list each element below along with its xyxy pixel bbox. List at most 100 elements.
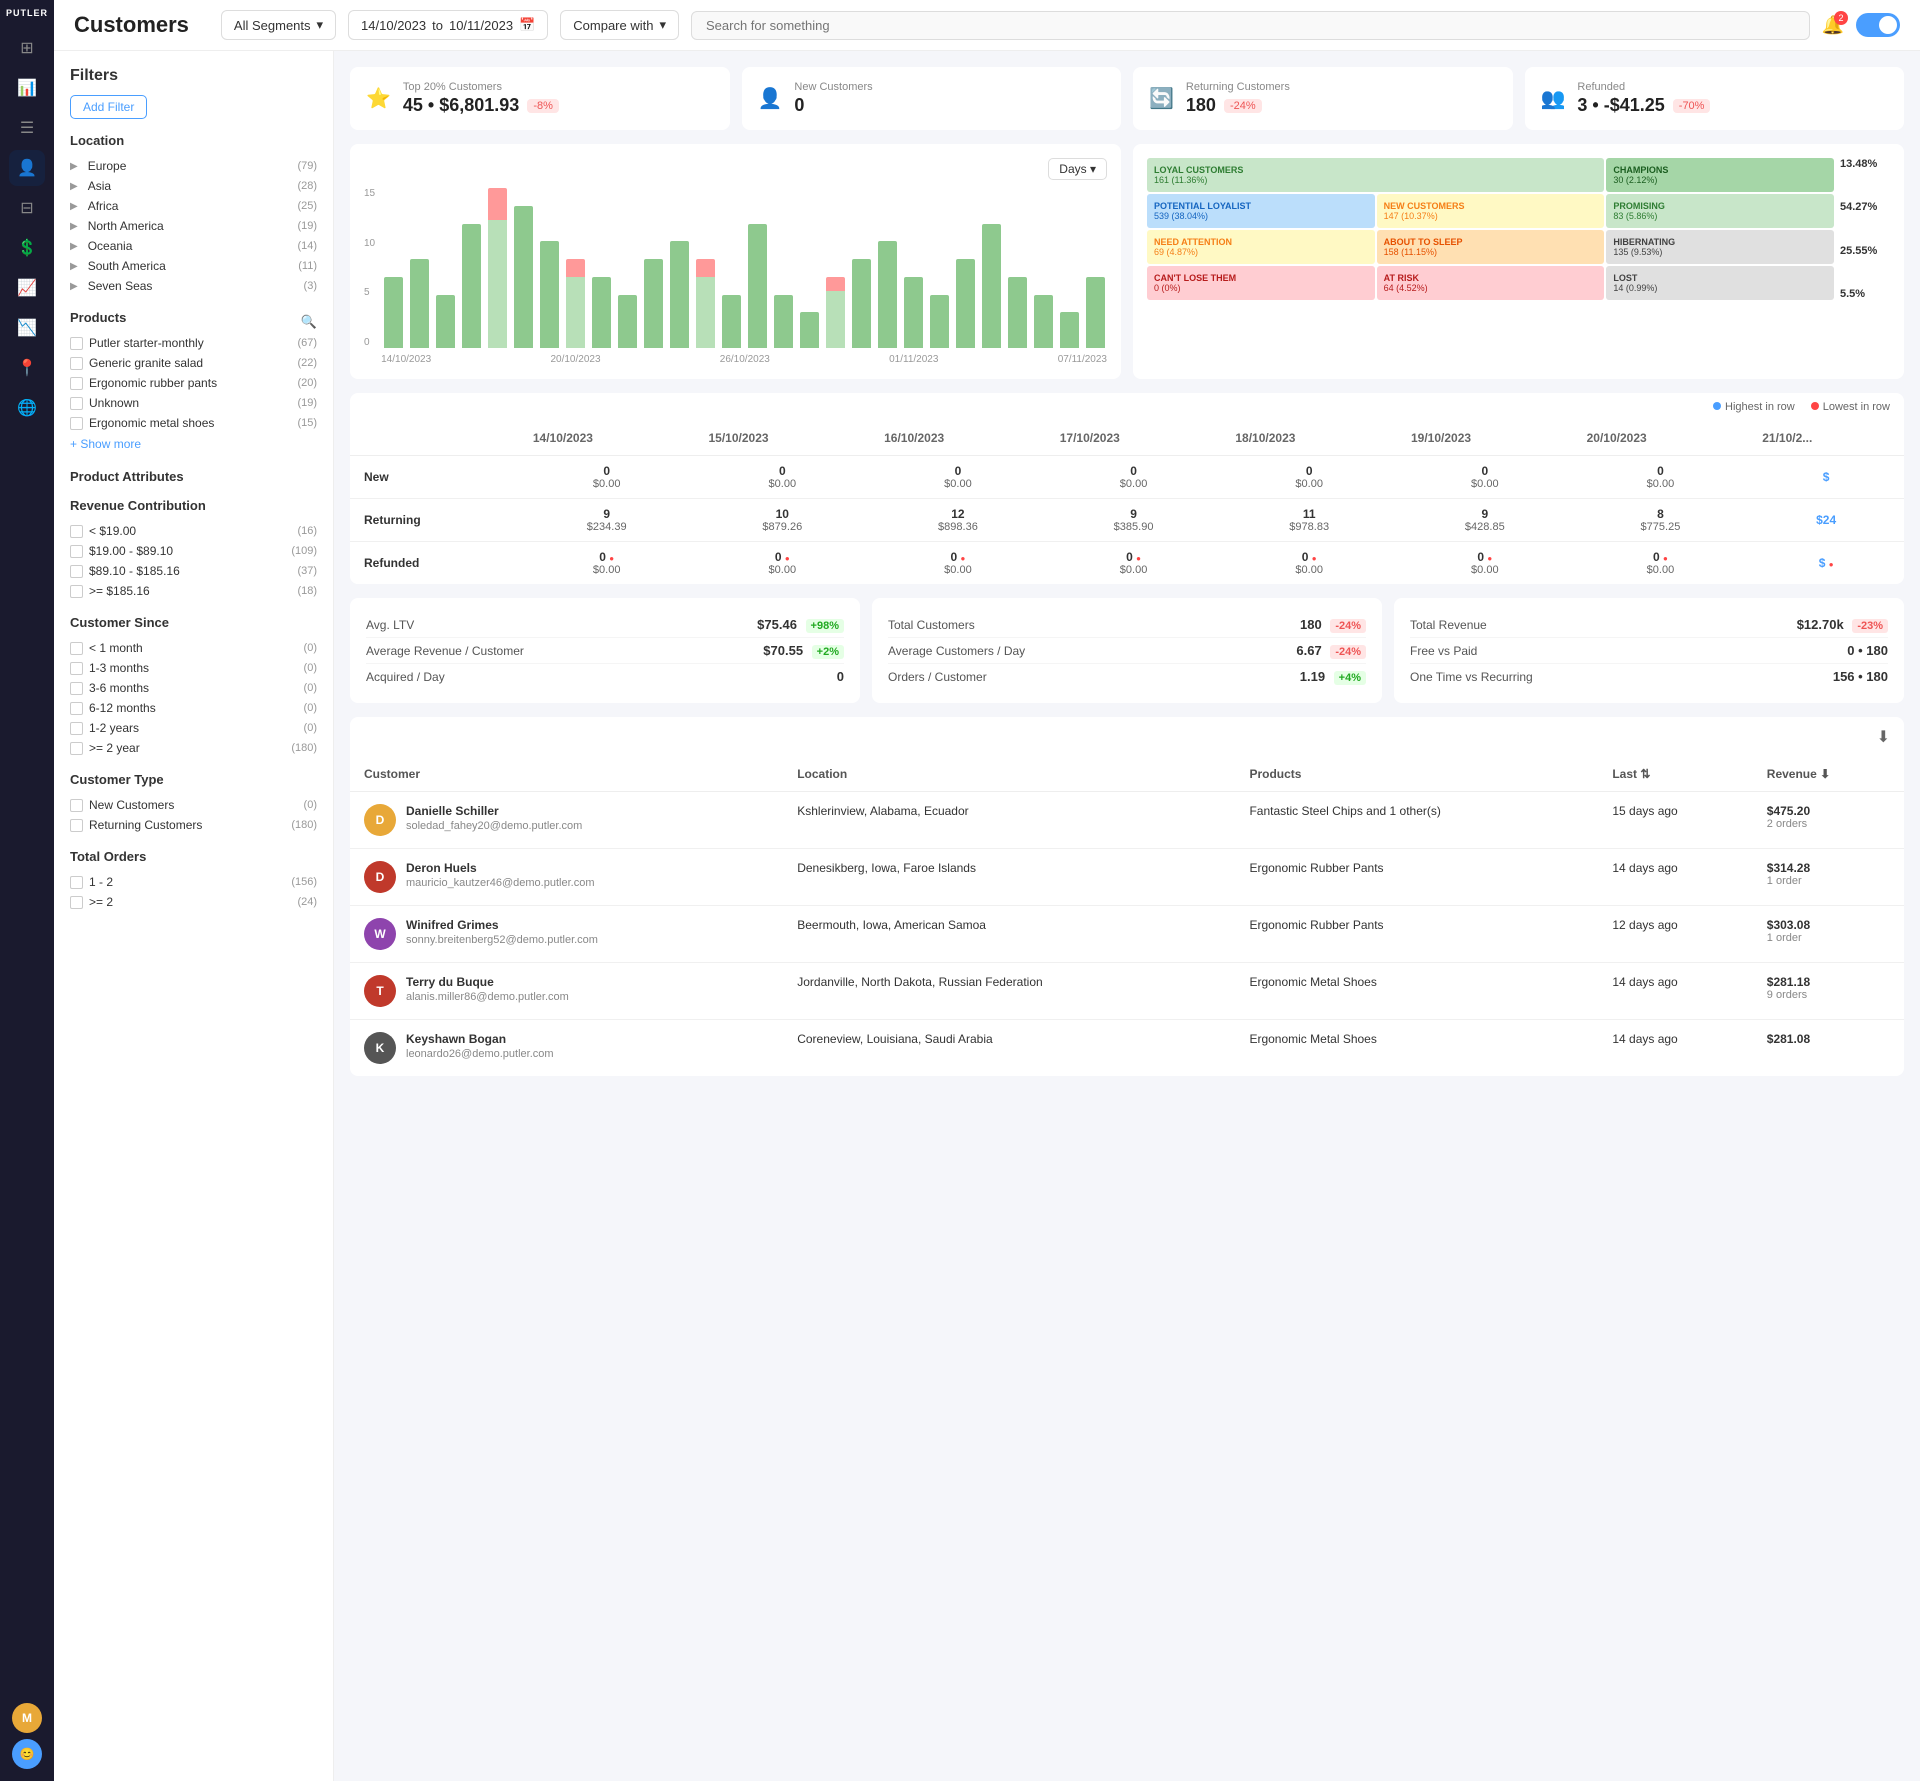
sidebar-secondary-avatar[interactable]: 😊 — [12, 1739, 42, 1769]
cell-ret-5: 11$978.83 — [1221, 499, 1397, 542]
days-selector[interactable]: Days ▾ — [1048, 158, 1107, 180]
sidebar-user-avatar[interactable]: M — [12, 1703, 42, 1733]
sidebar-icon-revenue[interactable]: 💲 — [9, 230, 45, 266]
stat-refunded-label: Refunded — [1577, 81, 1888, 93]
bar-2 — [433, 188, 457, 348]
cell-ret-3: 12$898.36 — [870, 499, 1046, 542]
cell-ref-2: 0 ●$0.00 — [695, 542, 871, 585]
location-filter-section: Location ▶Europe (79) ▶Asia (28) ▶Africa… — [70, 133, 317, 296]
avatar-winifred: W — [364, 918, 396, 950]
product-checkbox[interactable] — [70, 397, 83, 410]
chart-header: Days ▾ — [364, 158, 1107, 180]
seg-cant-lose: CAN'T LOSE THEM 0 (0%) — [1147, 266, 1375, 300]
customers-table-header: ⬇ — [350, 717, 1904, 757]
show-more-products[interactable]: + Show more — [70, 433, 317, 455]
product-checkbox[interactable] — [70, 357, 83, 370]
sidebar-icon-reports[interactable]: ☰ — [9, 110, 45, 146]
col-last[interactable]: Last ⇅ — [1598, 757, 1752, 792]
location-africa: ▶Africa (25) — [70, 196, 317, 216]
seg-row-2: POTENTIAL LOYALIST 539 (38.04%) NEW CUST… — [1147, 194, 1834, 228]
metric-avg-revenue: Average Revenue / Customer $70.55 +2% — [366, 638, 844, 664]
col-date-2: 15/10/2023 — [695, 421, 871, 456]
sidebar-icon-list[interactable]: ⊟ — [9, 190, 45, 226]
bar-26 — [1057, 188, 1081, 348]
rev-lt-19: < $19.00 (16) — [70, 521, 317, 541]
customers-table: Customer Location Products Last ⇅ Revenu… — [350, 757, 1904, 1076]
seg-potential-loyalist: POTENTIAL LOYALIST 539 (38.04%) — [1147, 194, 1375, 228]
compare-selector[interactable]: Compare with ▾ — [560, 10, 679, 40]
col-revenue[interactable]: Revenue ⬇ — [1753, 757, 1904, 792]
sidebar-icon-customers[interactable]: 👤 — [9, 150, 45, 186]
location-seven-seas: ▶Seven Seas (3) — [70, 276, 317, 296]
segmentation-card: LOYAL CUSTOMERS 161 (11.36%) CHAMPIONS 3… — [1133, 144, 1904, 379]
sidebar-icon-dashboard[interactable]: ⊞ — [9, 30, 45, 66]
product-ergonomic-metal: Ergonomic metal shoes (15) — [70, 413, 317, 433]
search-icon[interactable]: 🔍 — [301, 314, 317, 330]
col-date-1: 14/10/2023 — [519, 421, 695, 456]
col-date-4: 17/10/2023 — [1046, 421, 1222, 456]
revenue-contribution-section: Revenue Contribution < $19.00 (16) $19.0… — [70, 498, 317, 601]
chevron-right-icon: ▶ — [70, 241, 78, 252]
cell-ret-8: $24 — [1748, 499, 1904, 542]
sidebar-icon-location[interactable]: 📍 — [9, 350, 45, 386]
segment-selector[interactable]: All Segments ▾ — [221, 10, 336, 40]
add-filter-button[interactable]: Add Filter — [70, 95, 147, 119]
location-oceania: ▶Oceania (14) — [70, 236, 317, 256]
col-date-6: 19/10/2023 — [1397, 421, 1573, 456]
cell-new-1: 0$0.00 — [519, 456, 695, 499]
metrics-row: Avg. LTV $75.46 +98% Average Revenue / C… — [350, 598, 1904, 703]
metrics-card-2: Total Customers 180 -24% Average Custome… — [872, 598, 1382, 703]
bar-4 — [485, 188, 509, 348]
cust-cell-terry: T Terry du Buque alanis.miller86@demo.pu… — [350, 963, 783, 1020]
product-checkbox[interactable] — [70, 417, 83, 430]
seg-wrapper: LOYAL CUSTOMERS 161 (11.36%) CHAMPIONS 3… — [1147, 158, 1890, 300]
location-south-america: ▶South America (11) — [70, 256, 317, 276]
since-gte-2year: >= 2 year (180) — [70, 738, 317, 758]
cust-row-danielle: D Danielle Schiller soledad_fahey20@demo… — [350, 792, 1904, 849]
dashboard: ⭐ Top 20% Customers 45 • $6,801.93 -8% 👤… — [334, 51, 1920, 1781]
type-returning: Returning Customers (180) — [70, 815, 317, 835]
sidebar-icon-chart3[interactable]: 📉 — [9, 310, 45, 346]
cust-cell-deron: D Deron Huels mauricio_kautzer46@demo.pu… — [350, 849, 783, 906]
sidebar-icon-chart2[interactable]: 📈 — [9, 270, 45, 306]
sidebar-icon-analytics[interactable]: 📊 — [9, 70, 45, 106]
sidebar-icon-globe[interactable]: 🌐 — [9, 390, 45, 426]
notification-bell[interactable]: 🔔 2 — [1822, 15, 1844, 36]
seg-at-risk: AT RISK 64 (4.52%) — [1377, 266, 1605, 300]
since-3-6months: 3-6 months (0) — [70, 678, 317, 698]
table-row-refunded: Refunded 0 ●$0.00 0 ●$0.00 0 ●$0.00 0 ●$… — [350, 542, 1904, 585]
cell-ref-1: 0 ●$0.00 — [519, 542, 695, 585]
customer-since-title: Customer Since — [70, 615, 317, 630]
cust-row-keyshawn: K Keyshawn Bogan leonardo26@demo.putler.… — [350, 1020, 1904, 1077]
download-icon[interactable]: ⬇ — [1877, 727, 1890, 747]
cust-row-terry: T Terry du Buque alanis.miller86@demo.pu… — [350, 963, 1904, 1020]
lowest-dot — [1811, 402, 1819, 410]
date-range-picker[interactable]: 14/10/2023 to 10/11/2023 📅 — [348, 10, 548, 40]
cell-ret-1: 9$234.39 — [519, 499, 695, 542]
search-input[interactable] — [691, 11, 1810, 40]
table-header-row: 14/10/2023 15/10/2023 16/10/2023 17/10/2… — [350, 421, 1904, 456]
seg-row-1: LOYAL CUSTOMERS 161 (11.36%) CHAMPIONS 3… — [1147, 158, 1834, 192]
stat-returning-customers: 🔄 Returning Customers 180 -24% — [1133, 67, 1513, 130]
metric-avg-ltv: Avg. LTV $75.46 +98% — [366, 612, 844, 638]
products-filter-section: Products 🔍 Putler starter-monthly (67) G… — [70, 310, 317, 455]
cell-new-8: $ — [1748, 456, 1904, 499]
product-attributes-section: Product Attributes — [70, 469, 317, 484]
stat-refunded-value: 3 • -$41.25 — [1577, 95, 1664, 116]
page-title: Customers — [74, 12, 189, 38]
seg-percentages: 13.48% 54.27% 25.55% 5.5% — [1840, 158, 1890, 300]
header: Customers All Segments ▾ 14/10/2023 to 1… — [54, 0, 1920, 51]
product-checkbox[interactable] — [70, 337, 83, 350]
cell-new-7: 0$0.00 — [1573, 456, 1749, 499]
theme-toggle[interactable] — [1856, 13, 1900, 37]
stats-row: ⭐ Top 20% Customers 45 • $6,801.93 -8% 👤… — [350, 67, 1904, 130]
col-location: Location — [783, 757, 1235, 792]
table-row-new: New 0$0.00 0$0.00 0$0.00 0$0.00 0$0.00 0… — [350, 456, 1904, 499]
seg-about-to-sleep: ABOUT TO SLEEP 158 (11.15%) — [1377, 230, 1605, 264]
mid-row: Days ▾ 15 10 5 0 14/10/2 — [350, 144, 1904, 379]
product-checkbox[interactable] — [70, 377, 83, 390]
cell-ret-4: 9$385.90 — [1046, 499, 1222, 542]
location-europe: ▶Europe (79) — [70, 156, 317, 176]
cust-last-keyshawn: 14 days ago — [1598, 1020, 1752, 1077]
total-orders-section: Total Orders 1 - 2 (156) >= 2 (24) — [70, 849, 317, 912]
